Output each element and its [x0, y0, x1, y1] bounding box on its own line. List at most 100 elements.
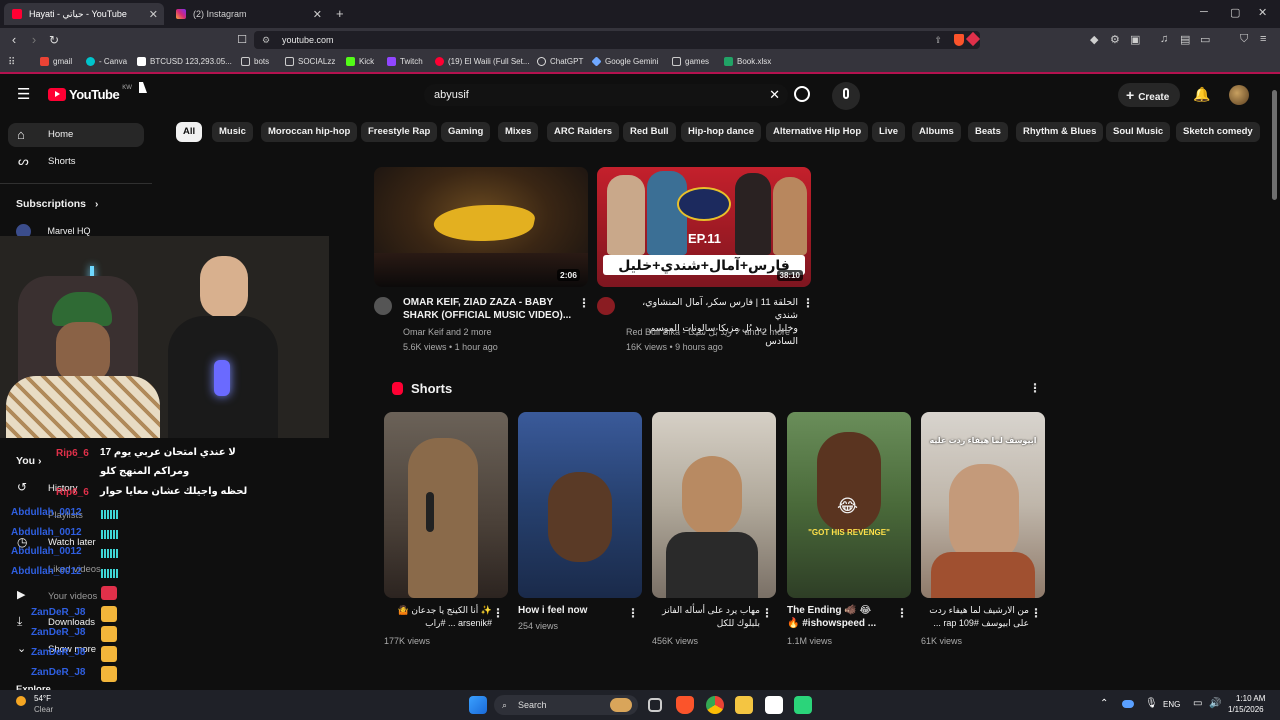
- extension-icon[interactable]: ◆: [1090, 33, 1098, 46]
- avatar[interactable]: [1229, 85, 1249, 105]
- weather-icon[interactable]: [16, 696, 26, 706]
- share-icon[interactable]: ⇪: [934, 31, 942, 49]
- sidebar-item-your-videos[interactable]: Your videos: [48, 591, 97, 602]
- forward-icon[interactable]: ›: [26, 32, 42, 48]
- vpn-icon[interactable]: ⛉: [1240, 33, 1248, 46]
- sidebar-item-subscriptions[interactable]: Subscriptions ›: [16, 198, 98, 210]
- extension-icon[interactable]: ▣: [1130, 33, 1140, 46]
- wallet-icon[interactable]: ▭: [1200, 33, 1210, 46]
- search-input[interactable]: abyusif ✕: [424, 84, 788, 106]
- reload-icon[interactable]: ↻: [46, 32, 62, 48]
- bookmark-canva[interactable]: - Canva: [86, 57, 127, 66]
- chip-all[interactable]: All: [176, 122, 203, 142]
- video-thumbnail[interactable]: EP.11 فارس+آمال+شندي+خليل 38:10: [597, 167, 811, 287]
- sidebar-icon[interactable]: ▤: [1180, 33, 1190, 46]
- chip-red-bull[interactable]: Red Bull: [623, 122, 676, 142]
- chip-alternative-hip-hop[interactable]: Alternative Hip Hop: [766, 122, 869, 142]
- short-title[interactable]: ✨ أنا الكينج يا جدعان 🤷 #arsenik ... #را…: [384, 604, 492, 630]
- media-icon[interactable]: ♫: [1160, 33, 1168, 45]
- capcut-icon[interactable]: [765, 696, 783, 714]
- more-options-icon[interactable]: ⋮: [761, 606, 773, 620]
- search-button-icon[interactable]: [794, 86, 810, 102]
- task-view-icon[interactable]: [648, 698, 662, 712]
- more-options-icon[interactable]: ⋮: [896, 606, 908, 620]
- chip-beats[interactable]: Beats: [968, 122, 1008, 142]
- chip-gaming[interactable]: Gaming: [441, 122, 491, 142]
- chip-albums[interactable]: Albums: [912, 122, 961, 142]
- back-icon[interactable]: ‹: [6, 32, 22, 48]
- short-title[interactable]: The Ending 🐗 😂 🔥 #ishowspeed ...: [787, 604, 895, 630]
- notifications-bell-icon[interactable]: 🔔: [1193, 86, 1210, 103]
- brave-icon[interactable]: [676, 696, 694, 714]
- create-button[interactable]: + Create: [1118, 83, 1180, 107]
- more-options-icon[interactable]: ⋮: [492, 606, 504, 620]
- mic-icon[interactable]: 🎙: [1145, 698, 1158, 709]
- channel-avatar[interactable]: [597, 297, 615, 315]
- channel-avatar[interactable]: [374, 297, 392, 315]
- chip-freestyle-rap[interactable]: Freestyle Rap: [361, 122, 438, 142]
- bookmark-btcusd[interactable]: BTCUSD 123,293.05...: [137, 57, 232, 66]
- chip-hip-hop-dance[interactable]: Hip-hop dance: [681, 122, 761, 142]
- bookmark-socialzz[interactable]: SOCIALzz: [285, 57, 335, 66]
- chip-rhythm-blues[interactable]: Rhythm & Blues: [1016, 122, 1104, 142]
- voice-search-icon[interactable]: [832, 82, 860, 110]
- page-scrollbar[interactable]: [1270, 76, 1280, 690]
- display-icon[interactable]: ▭: [1193, 698, 1202, 709]
- short-thumbnail[interactable]: 😂 "GOT HIS REVENGE": [787, 412, 911, 598]
- more-options-icon[interactable]: ⋮: [1030, 606, 1042, 620]
- bookmark-games[interactable]: games: [672, 57, 709, 66]
- video-title[interactable]: OMAR KEIF, ZIAD ZAZA - BABY SHARK (OFFIC…: [403, 296, 573, 322]
- language-indicator[interactable]: ENG: [1163, 700, 1180, 709]
- minimize-icon[interactable]: ─: [1200, 6, 1208, 18]
- maximize-icon[interactable]: ▢: [1230, 6, 1240, 19]
- clock-time[interactable]: 1:10 AM: [1236, 694, 1265, 703]
- chip-live[interactable]: Live: [872, 122, 906, 142]
- tab-instagram[interactable]: (2) Instagram ✕: [168, 3, 328, 25]
- tray-chevron-icon[interactable]: ⌃: [1100, 698, 1108, 709]
- more-options-icon[interactable]: ⋮: [802, 296, 814, 310]
- short-thumbnail[interactable]: [384, 412, 508, 598]
- bookmark-book-xlsx[interactable]: Book.xlsx: [724, 57, 771, 66]
- bookmark-icon[interactable]: ☐: [234, 32, 250, 48]
- short-title[interactable]: مهاب يرد على أسأله الفانز بلبلوك للكل: [652, 604, 760, 630]
- chip-sketch-comedy[interactable]: Sketch comedy: [1176, 122, 1260, 142]
- chip-moroccan-hip-hop[interactable]: Moroccan hip-hop: [261, 122, 358, 142]
- bookmark-gemini[interactable]: Google Gemini: [591, 56, 658, 67]
- new-tab-icon[interactable]: +: [336, 6, 344, 21]
- menu-icon[interactable]: ≡: [1260, 33, 1266, 45]
- windows-start-icon[interactable]: [469, 696, 487, 714]
- short-title[interactable]: من الارشيف لما هيفاء ردت على ابيوسف #109…: [921, 604, 1029, 630]
- bookmark-twitch[interactable]: Twitch: [387, 57, 423, 66]
- url-field[interactable]: ⚙ youtube.com ⇪: [254, 31, 981, 49]
- taskbar-search[interactable]: ⌕ Search: [494, 695, 638, 715]
- brave-shield-icon[interactable]: [954, 34, 964, 46]
- video-title[interactable]: الحلقة 11 | فارس سكر، آمال المنشاوي، شند…: [626, 296, 798, 348]
- volume-icon[interactable]: 🔊: [1209, 698, 1221, 709]
- tab-youtube[interactable]: Hayati - حياتي - YouTube ✕: [4, 3, 164, 25]
- sidebar-item-you[interactable]: You ›: [16, 455, 41, 467]
- video-thumbnail[interactable]: 2:06: [374, 167, 588, 287]
- short-thumbnail[interactable]: [518, 412, 642, 598]
- bookmark-gmail[interactable]: gmail: [40, 57, 72, 66]
- short-thumbnail[interactable]: [652, 412, 776, 598]
- more-options-icon[interactable]: ⋮: [578, 296, 590, 310]
- chip-soul-music[interactable]: Soul Music: [1106, 122, 1171, 142]
- video-channel[interactable]: Red Bull Sika - ريد بُل سيكا ✓ and 2 mor…: [626, 327, 790, 338]
- bookmark-kick[interactable]: Kick: [346, 57, 374, 66]
- file-explorer-icon[interactable]: [735, 696, 753, 714]
- bookmark-bots[interactable]: bots: [241, 57, 269, 66]
- chip-mixes[interactable]: Mixes: [498, 122, 539, 142]
- apps-grid-icon[interactable]: ⠿: [8, 57, 15, 68]
- clock-date[interactable]: 1/15/2026: [1228, 705, 1264, 714]
- close-icon[interactable]: ✕: [313, 8, 322, 21]
- chrome-icon[interactable]: [706, 696, 724, 714]
- hamburger-menu-icon[interactable]: ☰: [17, 85, 30, 103]
- chip-music[interactable]: Music: [212, 122, 253, 142]
- close-icon[interactable]: ✕: [149, 8, 158, 21]
- short-title[interactable]: How i feel now: [518, 604, 626, 617]
- scrollbar-thumb[interactable]: [1272, 90, 1277, 200]
- window-close-icon[interactable]: ✕: [1258, 6, 1267, 19]
- site-info-icon[interactable]: ⚙: [262, 31, 270, 49]
- video-channel[interactable]: Omar Keif and 2 more: [403, 327, 492, 337]
- sidebar-item-shorts[interactable]: ᔕ Shorts: [8, 150, 144, 174]
